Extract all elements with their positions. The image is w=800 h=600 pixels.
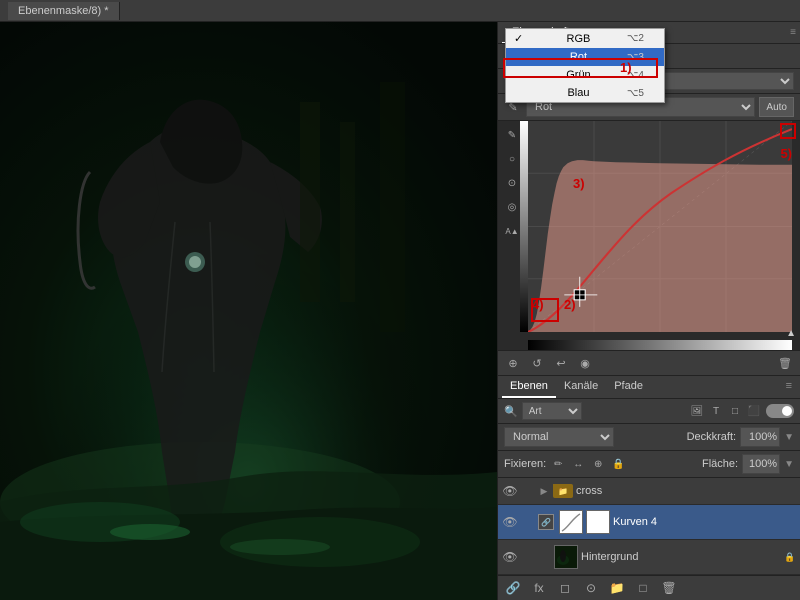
layers-tabs: Ebenen Kanäle Pfade ≡ (498, 376, 800, 399)
layer-name-hintergrund: Hintergrund (581, 551, 781, 563)
gradient-bar (528, 340, 792, 350)
fix-label: Fixieren: (504, 458, 546, 470)
eye-icon-hintergrund[interactable]: 👁 (502, 549, 518, 565)
channel-dropdown: ✓ RGB ⌥2 Rot ⌥3 Grün ⌥4 Blau ⌥5 (505, 28, 665, 103)
filter-image-icon[interactable]: 🖼 (689, 403, 705, 419)
filter-shape-icon[interactable]: □ (727, 403, 743, 419)
action-delete-icon[interactable]: 🗑 (776, 354, 794, 372)
new-group-icon[interactable]: 📁 (608, 579, 626, 597)
shortcut-blau: ⌥5 (627, 88, 644, 99)
curves-svg (528, 121, 792, 332)
add-mask-icon[interactable]: ◻ (556, 579, 574, 597)
layer-thumb-hintergrund (554, 545, 578, 569)
opacity-label: Deckkraft: (687, 431, 737, 443)
curve-edit-icon[interactable]: ✎ (502, 125, 522, 145)
link-layers-icon[interactable]: 🔗 (504, 579, 522, 597)
panel-menu-icon[interactable]: ≡ (790, 27, 796, 38)
filter-toggle[interactable] (766, 404, 794, 418)
main-layout: Eigenschaften Info ≡ ⟨⟩ ☀ Vorgabe: ✎ Rot… (0, 22, 800, 600)
fix-draw-icon[interactable]: ✏ (550, 456, 566, 472)
folder-icon-cross: 📁 (553, 484, 573, 498)
layer-item-cross[interactable]: 👁 ▶ 📁 cross (498, 478, 800, 505)
kurven-thumb-svg (560, 511, 582, 533)
curve-sample-icon[interactable]: ⊙ (502, 173, 522, 193)
dropdown-rgb-label: RGB (567, 33, 591, 45)
gradient-bar-left (520, 121, 528, 332)
layers-tab-ebenen[interactable]: Ebenen (502, 376, 556, 398)
top-bar: Ebenenmaske/8) * (0, 0, 800, 22)
auto-button[interactable]: Auto (759, 97, 794, 117)
curve-eye-icon[interactable]: ◎ (502, 197, 522, 217)
fix-icons: ✏ ↔ ⊕ 🔒 (550, 456, 626, 472)
blend-row: Normal Deckkraft: ▼ (498, 424, 800, 451)
kurven-link-icon[interactable]: 🔗 (538, 514, 554, 530)
curve-area: ✎ ○ ⊙ ◎ A▲ (498, 121, 800, 351)
layers-tab-pfade[interactable]: Pfade (606, 376, 651, 398)
right-panel: Eigenschaften Info ≡ ⟨⟩ ☀ Vorgabe: ✎ Rot… (497, 22, 800, 600)
filter-text-icon[interactable]: T (708, 403, 724, 419)
red-annotation-box-2 (531, 298, 559, 322)
new-layer-icon[interactable]: □ (634, 579, 652, 597)
opacity-arrow[interactable]: ▼ (784, 432, 794, 443)
red-annotation-tr (780, 123, 796, 139)
opacity-input[interactable] (740, 427, 780, 447)
dropdown-item-rot[interactable]: Rot ⌥3 (506, 48, 664, 66)
layer-item-hintergrund[interactable]: 👁 Hintergrund 🔒 (498, 540, 800, 575)
dropdown-item-rgb[interactable]: ✓ RGB ⌥2 (506, 29, 664, 48)
flaeche-input[interactable] (742, 454, 780, 474)
document-tab[interactable]: Ebenenmaske/8) * (8, 2, 120, 20)
fix-lock-icon[interactable]: 🔒 (610, 456, 626, 472)
check-rgb: ✓ (514, 32, 526, 45)
dropdown-item-blau[interactable]: Blau ⌥5 (506, 84, 664, 102)
layer-item-kurven4[interactable]: 👁 🔗 Kurven 4 (498, 505, 800, 540)
filter-icons: 🖼 T □ ⬛ (689, 403, 762, 419)
curve-triangle: ▲ (786, 328, 796, 339)
dropdown-item-gruen[interactable]: Grün ⌥4 (506, 66, 664, 84)
filter-effect-icon[interactable]: ⬛ (746, 403, 762, 419)
add-style-icon[interactable]: fx (530, 579, 548, 597)
dropdown-blau-label: Blau (567, 87, 589, 99)
fix-move-icon[interactable]: ↔ (570, 456, 586, 472)
layers-tab-menu[interactable]: ≡ (782, 376, 796, 398)
curve-text-icon[interactable]: A▲ (502, 221, 522, 241)
flaeche-arrow[interactable]: ▼ (784, 459, 794, 470)
hintergrund-thumb-svg (555, 546, 577, 568)
lock-icon-hintergrund: 🔒 (784, 551, 796, 563)
layers-controls: 🔍 Art 🖼 T □ ⬛ (498, 399, 800, 424)
kurven-thumb (559, 510, 583, 534)
dropdown-gruen-label: Grün (566, 69, 590, 81)
action-undo-icon[interactable]: ↩ (552, 354, 570, 372)
shortcut-rgb: ⌥2 (627, 33, 644, 44)
curve-point-icon[interactable]: ○ (502, 149, 522, 169)
canvas-image (0, 22, 497, 600)
layers-tab-kanaele[interactable]: Kanäle (556, 376, 606, 398)
shortcut-rot: ⌥3 (627, 52, 644, 63)
action-visibility-icon[interactable]: ◉ (576, 354, 594, 372)
panel-actions: ⊕ ↺ ↩ ◉ 🗑 (498, 351, 800, 376)
blend-mode-select[interactable]: Normal (504, 427, 614, 447)
dropdown-rot-label: Rot (570, 51, 587, 63)
action-refresh-icon[interactable]: ↺ (528, 354, 546, 372)
eye-icon-kurven4[interactable]: 👁 (502, 514, 518, 530)
canvas-svg (0, 22, 497, 600)
canvas-area (0, 22, 497, 600)
group-arrow-cross[interactable]: ▶ (538, 485, 550, 497)
action-add-icon[interactable]: ⊕ (504, 354, 522, 372)
new-adjustment-icon[interactable]: ⊙ (582, 579, 600, 597)
search-icon: 🔍 (504, 405, 518, 418)
fix-row: Fixieren: ✏ ↔ ⊕ 🔒 Fläche: ▼ (498, 451, 800, 478)
layers-panel: Ebenen Kanäle Pfade ≡ 🔍 Art 🖼 T □ ⬛ (498, 376, 800, 575)
shortcut-gruen: ⌥4 (627, 70, 644, 81)
layer-filter-select[interactable]: Art (522, 402, 582, 420)
flaeche-label: Fläche: (702, 458, 738, 470)
layer-actions: 🔗 fx ◻ ⊙ 📁 □ 🗑 (498, 575, 800, 600)
layer-name-cross: cross (576, 485, 796, 497)
fix-artboard-icon[interactable]: ⊕ (590, 456, 606, 472)
delete-layer-icon[interactable]: 🗑 (660, 579, 678, 597)
eye-icon-cross[interactable]: 👁 (502, 483, 518, 499)
layer-mask-kurven4 (586, 510, 610, 534)
layer-name-kurven4: Kurven 4 (613, 516, 796, 528)
